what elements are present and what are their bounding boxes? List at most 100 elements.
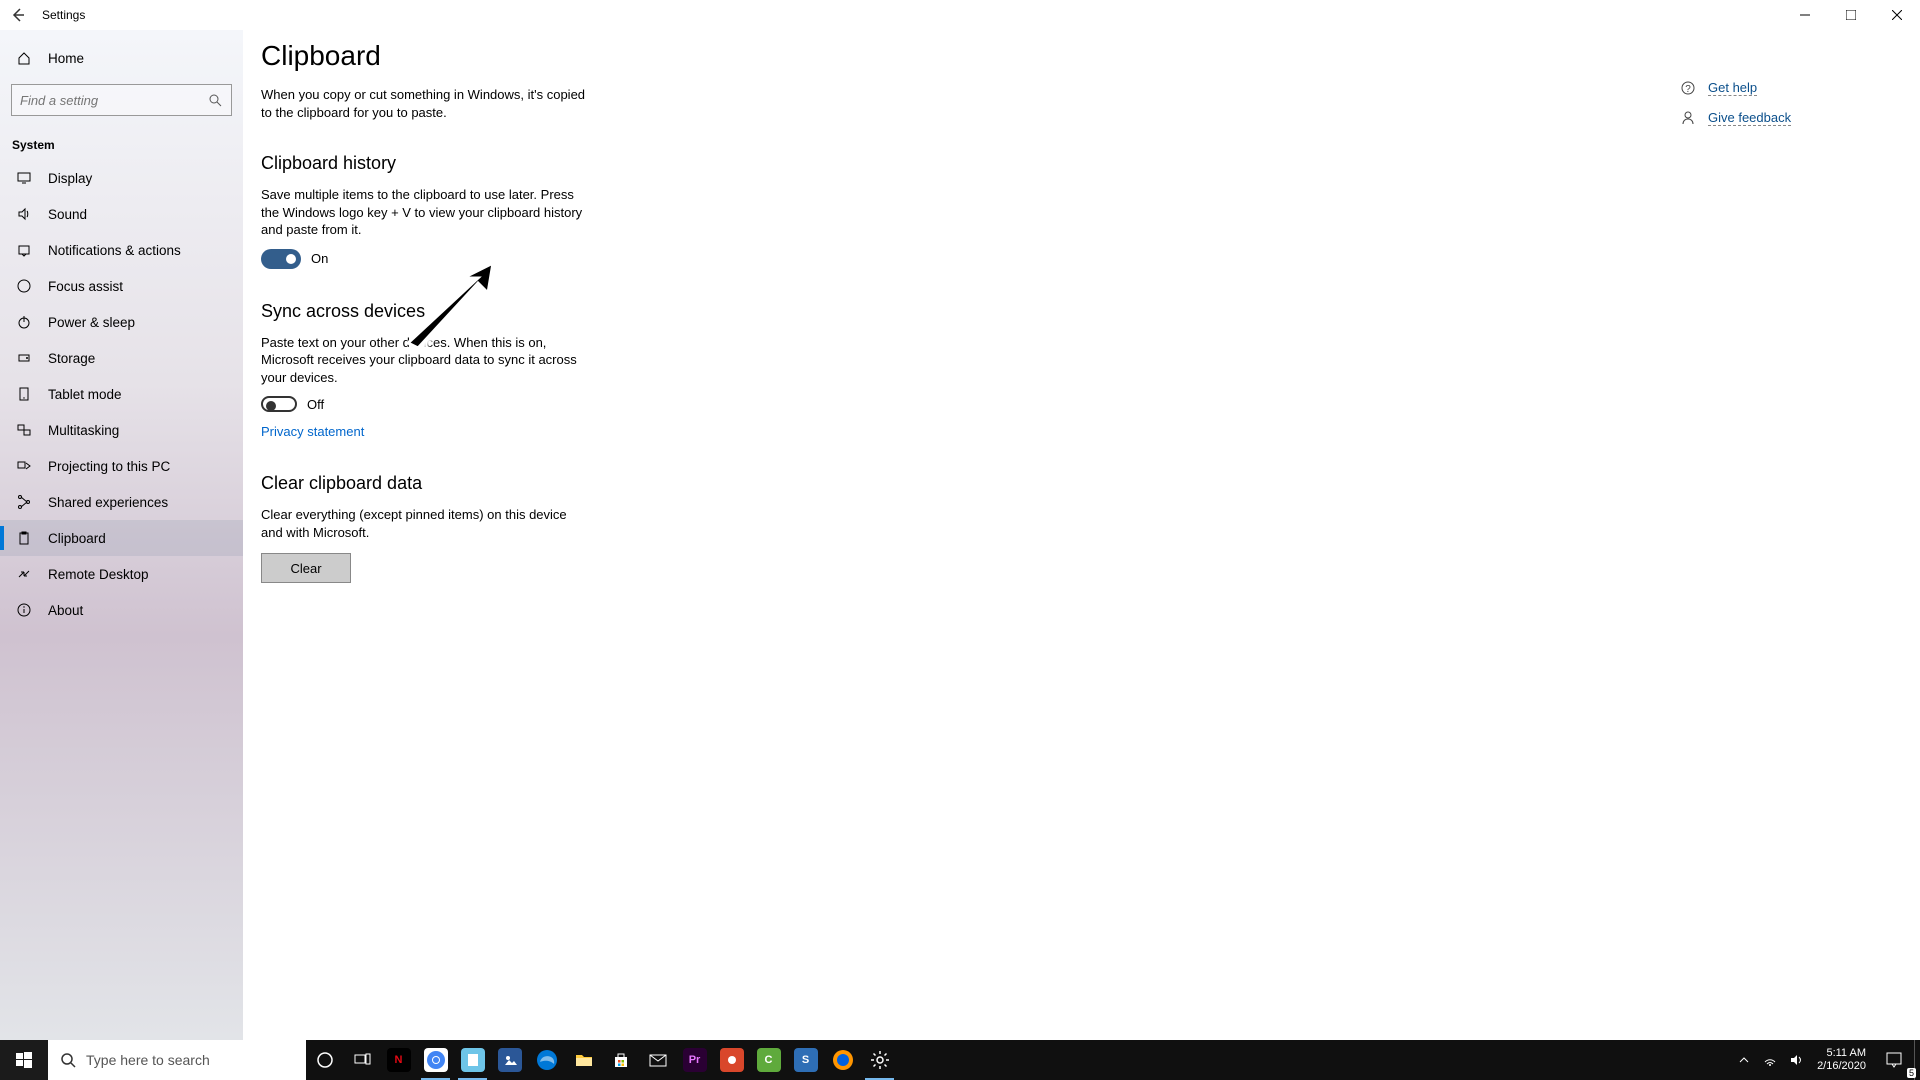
sidebar-item-power-sleep[interactable]: Power & sleep <box>0 304 243 340</box>
premiere-icon: Pr <box>683 1048 707 1072</box>
taskbar-app-notepad[interactable] <box>454 1040 491 1080</box>
section-desc-clear: Clear everything (except pinned items) o… <box>261 506 591 541</box>
page-title: Clipboard <box>261 40 1890 72</box>
projecting-icon <box>16 459 32 473</box>
minimize-button[interactable] <box>1782 0 1828 30</box>
notification-count: 5 <box>1907 1068 1916 1078</box>
privacy-statement-link[interactable]: Privacy statement <box>261 424 364 439</box>
mail-icon <box>646 1048 670 1072</box>
sound-icon <box>16 207 32 221</box>
help-column: ? Get help Give feedback <box>1680 80 1880 140</box>
system-tray: 5:11 AM 2/16/2020 5 <box>1731 1040 1920 1080</box>
taskbar-search[interactable]: Type here to search <box>48 1040 306 1080</box>
toggle-sync-devices[interactable] <box>261 396 297 412</box>
sidebar-item-sound[interactable]: Sound <box>0 196 243 232</box>
tray-overflow[interactable] <box>1731 1040 1757 1080</box>
sidebar-item-shared-experiences[interactable]: Shared experiences <box>0 484 243 520</box>
tray-date: 2/16/2020 <box>1817 1060 1866 1073</box>
sidebar-item-label: About <box>48 603 83 618</box>
sidebar-item-remote-desktop[interactable]: Remote Desktop <box>0 556 243 592</box>
store-icon <box>609 1048 633 1072</box>
sidebar-item-storage[interactable]: Storage <box>0 340 243 376</box>
sidebar-item-label: Clipboard <box>48 531 106 546</box>
sidebar-item-clipboard[interactable]: Clipboard <box>0 520 243 556</box>
taskbar-app-settings[interactable] <box>861 1040 898 1080</box>
taskbar-cortana[interactable] <box>306 1040 343 1080</box>
sidebar-item-display[interactable]: Display <box>0 160 243 196</box>
taskbar-app-mail[interactable] <box>639 1040 676 1080</box>
taskbar-app-chrome[interactable] <box>417 1040 454 1080</box>
sidebar-home[interactable]: Home <box>0 38 243 78</box>
taskbar-app-photos[interactable] <box>491 1040 528 1080</box>
sidebar-item-label: Multitasking <box>48 423 119 438</box>
camtasia-rec-icon <box>720 1048 744 1072</box>
toggle-sync-devices-label: Off <box>307 397 324 412</box>
notifications-icon <box>16 243 32 257</box>
section-desc-sync: Paste text on your other devices. When t… <box>261 334 591 387</box>
tray-volume[interactable] <box>1783 1040 1809 1080</box>
toggle-clipboard-history[interactable] <box>261 249 301 269</box>
clipboard-icon <box>16 531 32 545</box>
sidebar-item-label: Notifications & actions <box>48 243 181 258</box>
storage-icon <box>16 351 32 365</box>
taskbar-app-edge[interactable] <box>528 1040 565 1080</box>
taskbar-app-camtasia-rec[interactable] <box>713 1040 750 1080</box>
shared-icon <box>16 495 32 509</box>
sidebar-item-label: Focus assist <box>48 279 123 294</box>
taskbar-app-netflix[interactable]: N <box>380 1040 417 1080</box>
snagit-icon: S <box>794 1048 818 1072</box>
remote-desktop-icon <box>16 567 32 581</box>
firefox-icon <box>831 1048 855 1072</box>
back-arrow-icon <box>10 7 26 23</box>
camtasia-icon: C <box>757 1048 781 1072</box>
close-button[interactable] <box>1874 0 1920 30</box>
taskbar-app-snagit[interactable]: S <box>787 1040 824 1080</box>
taskbar-app-camtasia[interactable]: C <box>750 1040 787 1080</box>
taskbar-app-file-explorer[interactable] <box>565 1040 602 1080</box>
search-icon <box>207 93 223 107</box>
tray-wifi[interactable] <box>1757 1040 1783 1080</box>
back-button[interactable] <box>0 7 36 23</box>
sidebar-item-multitasking[interactable]: Multitasking <box>0 412 243 448</box>
sidebar-nav: Display Sound Notifications & actions Fo… <box>0 160 243 628</box>
multitasking-icon <box>16 423 32 437</box>
sidebar-item-tablet-mode[interactable]: Tablet mode <box>0 376 243 412</box>
sidebar-item-about[interactable]: About <box>0 592 243 628</box>
sidebar-home-label: Home <box>48 51 84 66</box>
wifi-icon <box>1763 1053 1777 1067</box>
notepad-icon <box>461 1048 485 1072</box>
clear-button[interactable]: Clear <box>261 553 351 583</box>
sidebar-search[interactable] <box>11 84 232 116</box>
about-icon <box>16 603 32 617</box>
chevron-up-icon <box>1739 1055 1749 1065</box>
sidebar-item-label: Remote Desktop <box>48 567 149 582</box>
sidebar-item-label: Projecting to this PC <box>48 459 170 474</box>
taskbar-search-placeholder: Type here to search <box>86 1052 210 1068</box>
give-feedback-link[interactable]: Give feedback <box>1680 110 1880 126</box>
get-help-label: Get help <box>1708 80 1757 96</box>
sidebar-item-label: Storage <box>48 351 95 366</box>
svg-text:?: ? <box>1685 84 1691 95</box>
taskbar-app-firefox[interactable] <box>824 1040 861 1080</box>
sidebar-item-notifications[interactable]: Notifications & actions <box>0 232 243 268</box>
tray-clock[interactable]: 5:11 AM 2/16/2020 <box>1809 1047 1874 1072</box>
window-title: Settings <box>42 8 85 22</box>
close-icon <box>1892 10 1902 20</box>
edge-icon <box>535 1048 559 1072</box>
tray-action-center[interactable]: 5 <box>1874 1040 1914 1080</box>
maximize-button[interactable] <box>1828 0 1874 30</box>
get-help-link[interactable]: ? Get help <box>1680 80 1880 96</box>
tablet-icon <box>16 387 32 401</box>
sidebar-search-input[interactable] <box>20 93 207 108</box>
search-icon <box>60 1052 76 1068</box>
start-button[interactable] <box>0 1040 48 1080</box>
home-icon <box>16 51 32 65</box>
taskbar-task-view[interactable] <box>343 1040 380 1080</box>
titlebar: Settings <box>0 0 1920 30</box>
sidebar-item-focus-assist[interactable]: Focus assist <box>0 268 243 304</box>
taskbar-app-premiere[interactable]: Pr <box>676 1040 713 1080</box>
taskbar-app-store[interactable] <box>602 1040 639 1080</box>
file-explorer-icon <box>572 1048 596 1072</box>
photos-icon <box>498 1048 522 1072</box>
sidebar-item-projecting[interactable]: Projecting to this PC <box>0 448 243 484</box>
